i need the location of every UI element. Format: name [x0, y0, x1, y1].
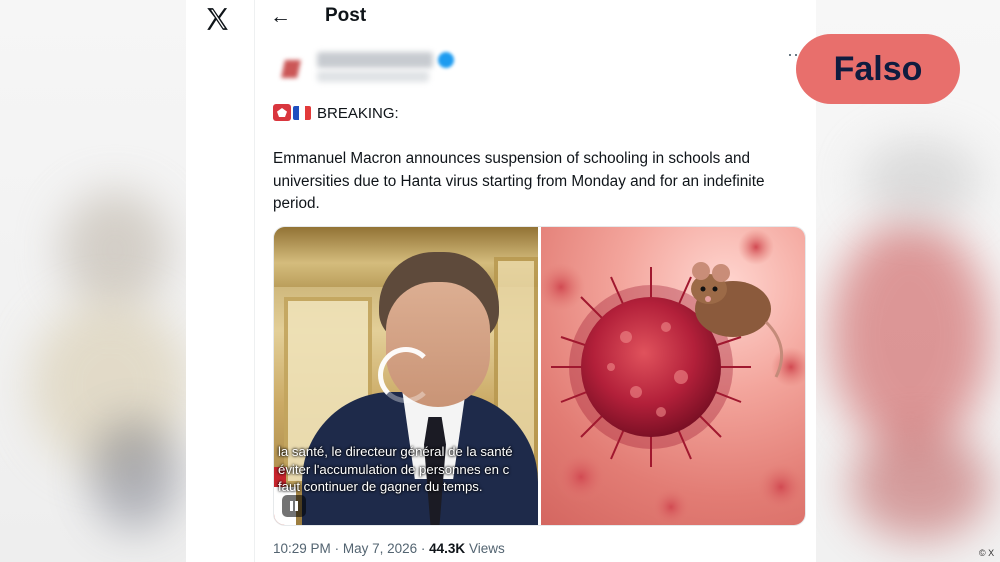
- background-blur: [830, 220, 990, 450]
- page-title: Post: [325, 5, 367, 26]
- post-media[interactable]: la santé, le directeur général de la san…: [273, 226, 806, 526]
- x-logo-icon[interactable]: [204, 6, 230, 32]
- subtitle-line: éviter l'accumulation de personnes en c: [278, 461, 510, 477]
- virus-mouse-image[interactable]: [541, 227, 805, 525]
- avatar[interactable]: [275, 54, 307, 86]
- image-credit: © X: [979, 548, 995, 558]
- back-arrow-icon[interactable]: ←: [270, 4, 291, 30]
- background-blur: [60, 190, 170, 310]
- post-time[interactable]: 10:29 PM: [273, 541, 331, 556]
- video-player[interactable]: la santé, le directeur général de la san…: [274, 227, 538, 525]
- loading-spinner-icon: [378, 347, 434, 403]
- meta-separator: ·: [420, 541, 426, 556]
- post-body-text: Emmanuel Macron announces suspension of …: [273, 150, 765, 212]
- breaking-label: BREAKING:: [317, 105, 399, 122]
- pause-icon[interactable]: [282, 495, 306, 517]
- background-blur: [90, 420, 180, 530]
- verified-badge-icon: [438, 52, 454, 68]
- background-blur: [860, 140, 980, 220]
- author-name-blurred[interactable]: [317, 52, 433, 68]
- subtitle-line: la santé, le directeur général de la san…: [278, 444, 513, 459]
- background-blur: [850, 430, 990, 540]
- video-subtitles: la santé, le directeur général de la san…: [278, 443, 538, 496]
- meta-separator: ·: [334, 541, 340, 556]
- virus-illustration: [541, 229, 805, 525]
- views-count: 44.3K: [429, 541, 466, 556]
- breaking-line: BREAKING:: [273, 104, 399, 122]
- post-metadata: 10:29 PM · May 7, 2026 · 44.3K Views: [273, 541, 505, 556]
- left-rail: [186, 0, 255, 562]
- subtitle-line: faut continuer de gagner du temps.: [278, 479, 483, 494]
- views-label: Views: [468, 541, 505, 556]
- post-date[interactable]: May 7, 2026: [343, 541, 417, 556]
- alert-emblem-icon: [273, 104, 291, 121]
- author-handle-blurred[interactable]: [317, 71, 429, 82]
- verdict-badge: Falso: [796, 34, 960, 104]
- post-header: ← Post: [254, 0, 816, 34]
- france-flag-icon: [293, 106, 311, 120]
- post-panel: ← Post BREAKING: Emmanuel Macron announc…: [186, 0, 816, 562]
